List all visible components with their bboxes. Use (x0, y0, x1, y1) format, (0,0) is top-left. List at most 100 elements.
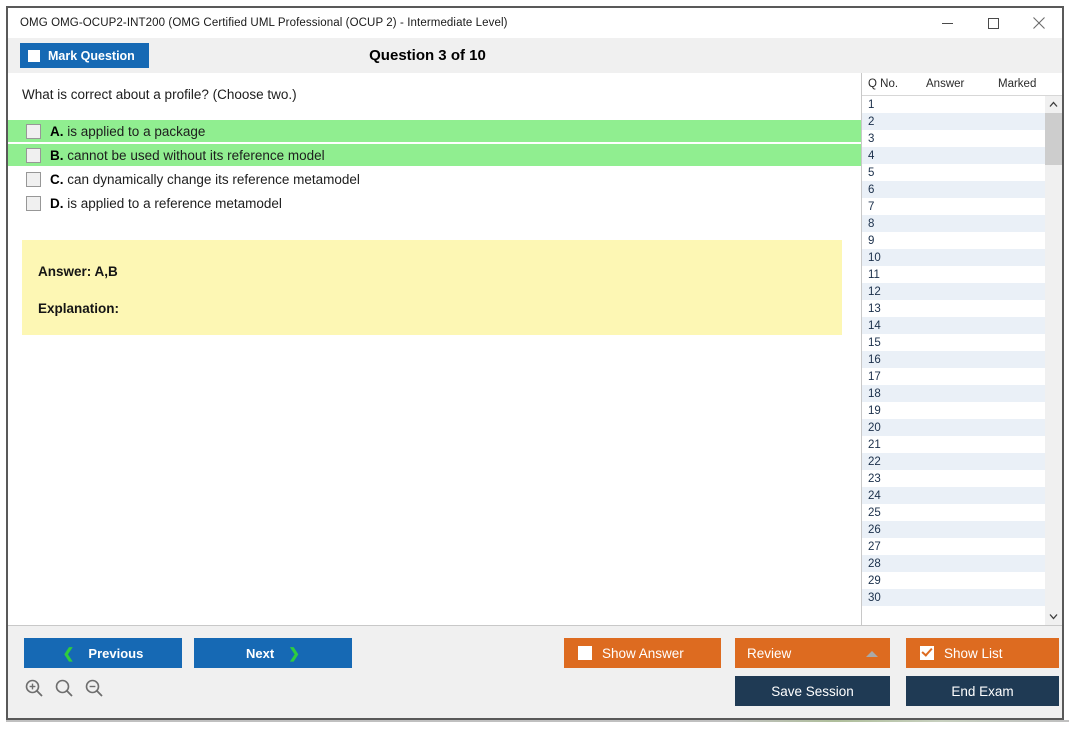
question-list-row[interactable]: 19 (862, 402, 1045, 419)
question-list-row[interactable]: 1 (862, 96, 1045, 113)
option-letter-c: C. (50, 172, 64, 187)
question-list-row-number: 5 (862, 167, 926, 179)
question-list-row-number: 14 (862, 320, 926, 332)
window-inner: OMG OMG-OCUP2-INT200 (OMG Certified UML … (8, 8, 1062, 718)
question-list-row[interactable]: 3 (862, 130, 1045, 147)
chevron-left-icon: ❮ (63, 646, 75, 660)
scrollbar-track[interactable] (1045, 113, 1062, 608)
question-list-row[interactable]: 23 (862, 470, 1045, 487)
previous-button[interactable]: ❮ Previous (24, 638, 182, 668)
question-list-row[interactable]: 16 (862, 351, 1045, 368)
next-label: Next (246, 646, 274, 661)
question-list-row[interactable]: 24 (862, 487, 1045, 504)
show-list-button[interactable]: Show List (906, 638, 1059, 668)
option-text-d: is applied to a reference metamodel (67, 196, 282, 211)
question-list-row[interactable]: 10 (862, 249, 1045, 266)
question-list-row-number: 25 (862, 507, 926, 519)
close-icon (1032, 16, 1046, 30)
minimize-icon (941, 17, 954, 30)
maximize-button[interactable] (970, 8, 1016, 38)
mark-question-button[interactable]: Mark Question (20, 43, 149, 68)
review-dropdown-button[interactable]: Review (735, 638, 890, 668)
question-list-row[interactable]: 20 (862, 419, 1045, 436)
question-list-row[interactable]: 8 (862, 215, 1045, 232)
option-label-b: B. cannot be used without its reference … (50, 148, 325, 163)
option-label-d: D. is applied to a reference metamodel (50, 196, 282, 211)
option-checkbox-a[interactable] (26, 124, 41, 139)
option-checkbox-c[interactable] (26, 172, 41, 187)
question-list-row-number: 21 (862, 439, 926, 451)
title-bar: OMG OMG-OCUP2-INT200 (OMG Certified UML … (8, 8, 1062, 38)
close-button[interactable] (1016, 8, 1062, 38)
question-list-row[interactable]: 9 (862, 232, 1045, 249)
question-list-row[interactable]: 7 (862, 198, 1045, 215)
zoom-controls (24, 678, 104, 698)
review-label: Review (747, 646, 791, 661)
question-list-panel: Q No. Answer Marked 12345678910111213141… (861, 73, 1062, 625)
question-list-row[interactable]: 13 (862, 300, 1045, 317)
column-header-answer: Answer (926, 78, 998, 90)
chevron-down-icon (1049, 613, 1058, 620)
minimize-button[interactable] (924, 8, 970, 38)
question-list-row[interactable]: 5 (862, 164, 1045, 181)
question-list-row[interactable]: 22 (862, 453, 1045, 470)
question-pane: What is correct about a profile? (Choose… (8, 73, 861, 625)
answer-options-list: A. is applied to a package B. cannot be … (8, 120, 861, 214)
option-text-a: is applied to a package (67, 124, 205, 139)
question-list-row[interactable]: 25 (862, 504, 1045, 521)
question-list-row[interactable]: 4 (862, 147, 1045, 164)
zoom-in-icon[interactable] (24, 678, 44, 698)
zoom-reset-icon[interactable] (54, 678, 74, 698)
option-label-c: C. can dynamically change its reference … (50, 172, 360, 187)
question-list-row-number: 3 (862, 133, 926, 145)
question-list-scrollbar[interactable] (1045, 96, 1062, 625)
question-list-row-number: 20 (862, 422, 926, 434)
question-list-row[interactable]: 11 (862, 266, 1045, 283)
column-header-marked: Marked (998, 78, 1045, 90)
zoom-out-icon[interactable] (84, 678, 104, 698)
question-list-row[interactable]: 28 (862, 555, 1045, 572)
question-list-row-number: 16 (862, 354, 926, 366)
question-list-row[interactable]: 2 (862, 113, 1045, 130)
end-exam-label: End Exam (951, 684, 1013, 699)
exam-app-window: OMG OMG-OCUP2-INT200 (OMG Certified UML … (6, 6, 1064, 720)
answer-explanation-box: Answer: A,B Explanation: (22, 240, 842, 335)
chevron-up-icon (1049, 101, 1058, 108)
question-list-row[interactable]: 12 (862, 283, 1045, 300)
question-list-row-number: 29 (862, 575, 926, 587)
option-letter-a: A. (50, 124, 64, 139)
question-list-row-number: 22 (862, 456, 926, 468)
option-row-b[interactable]: B. cannot be used without its reference … (8, 144, 861, 166)
question-list-body: 1234567891011121314151617181920212223242… (862, 96, 1062, 625)
next-button[interactable]: Next ❯ (194, 638, 352, 668)
option-row-a[interactable]: A. is applied to a package (8, 120, 861, 142)
option-checkbox-d[interactable] (26, 196, 41, 211)
question-list-row[interactable]: 15 (862, 334, 1045, 351)
question-list-row-number: 27 (862, 541, 926, 553)
option-label-a: A. is applied to a package (50, 124, 205, 139)
save-session-button[interactable]: Save Session (735, 676, 890, 706)
question-list-row[interactable]: 14 (862, 317, 1045, 334)
option-checkbox-b[interactable] (26, 148, 41, 163)
question-list-row[interactable]: 27 (862, 538, 1045, 555)
option-row-d[interactable]: D. is applied to a reference metamodel (8, 192, 861, 214)
previous-label: Previous (88, 646, 143, 661)
option-letter-b: B. (50, 148, 64, 163)
question-text: What is correct about a profile? (Choose… (8, 73, 861, 102)
end-exam-button[interactable]: End Exam (906, 676, 1059, 706)
question-list-row[interactable]: 17 (862, 368, 1045, 385)
question-list-row[interactable]: 30 (862, 589, 1045, 606)
question-list-row[interactable]: 29 (862, 572, 1045, 589)
scrollbar-thumb[interactable] (1045, 113, 1062, 165)
question-list-row[interactable]: 18 (862, 385, 1045, 402)
question-list-row-number: 30 (862, 592, 926, 604)
question-list-row[interactable]: 6 (862, 181, 1045, 198)
question-list-row[interactable]: 26 (862, 521, 1045, 538)
question-list-row-number: 17 (862, 371, 926, 383)
scroll-up-button[interactable] (1045, 96, 1062, 113)
question-list-row[interactable]: 21 (862, 436, 1045, 453)
option-row-c[interactable]: C. can dynamically change its reference … (8, 168, 861, 190)
question-list-row-number: 4 (862, 150, 926, 162)
scroll-down-button[interactable] (1045, 608, 1062, 625)
show-answer-button[interactable]: Show Answer (564, 638, 721, 668)
